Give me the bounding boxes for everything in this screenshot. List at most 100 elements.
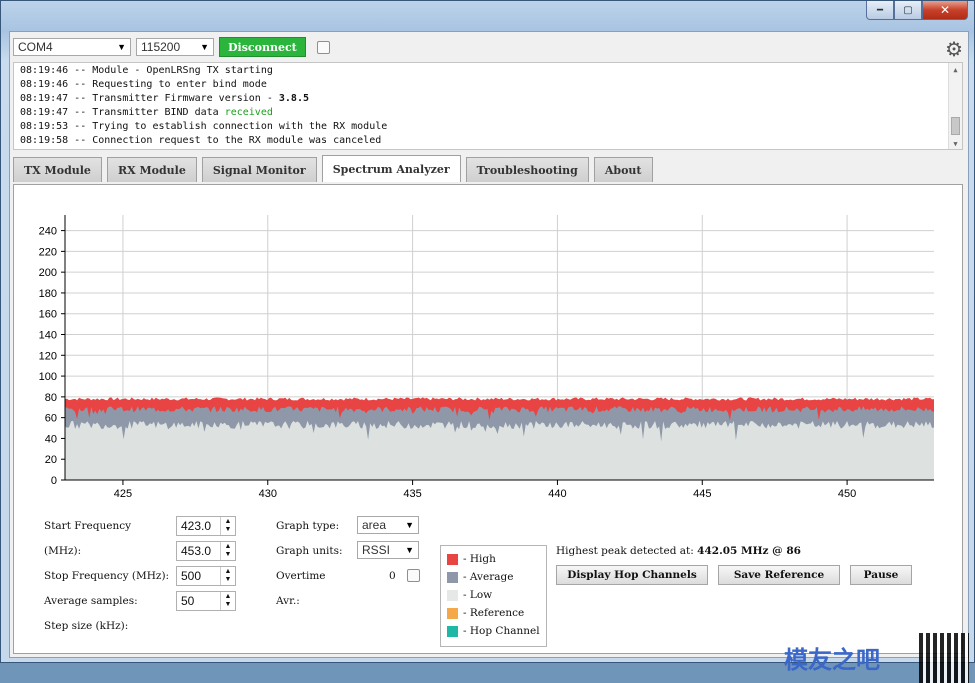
stop-frequency-label: Stop Frequency (MHz): [44, 570, 170, 582]
tab-tx-module[interactable]: TX Module [13, 157, 102, 182]
peak-value: 442.05 MHz @ 86 [697, 545, 801, 557]
port-select[interactable]: COM4 ▼ [13, 38, 131, 56]
scroll-up-icon[interactable]: ▲ [949, 63, 962, 75]
log-scrollbar[interactable]: ▲ ▼ [948, 63, 962, 149]
tab-signal-monitor[interactable]: Signal Monitor [201, 157, 317, 182]
graph-type-value: area [362, 518, 387, 532]
spinner-icon[interactable]: ▲ ▼ [220, 542, 235, 560]
graph-units-select[interactable]: RSSI ▼ [357, 541, 419, 559]
legend-label: - Low [463, 589, 493, 601]
connection-bar: COM4 ▼ 115200 ▼ Disconnect [13, 36, 330, 58]
spectrum-panel: 0 20 40 60 80 100 120 140 160 180 200 220 240 425 430 4… [13, 184, 969, 683]
legend-item: - Reference [447, 604, 546, 622]
disconnect-button[interactable]: Disconnect [219, 37, 306, 57]
legend-swatch [447, 553, 458, 565]
y-tick-label: 60 [45, 413, 57, 425]
y-tick-label: 80 [45, 392, 57, 404]
graph-units-value: RSSI [362, 543, 391, 557]
baud-select[interactable]: 115200 ▼ [136, 38, 214, 56]
average-samples-value: 50 [181, 594, 195, 608]
tab-spectrum-analyzer[interactable]: Spectrum Analyzer [321, 155, 461, 182]
x-tick-label: 435 [403, 488, 421, 500]
legend-item: - High [447, 550, 546, 568]
start-frequency-unit: (MHz): [44, 545, 82, 557]
baud-value: 115200 [141, 40, 181, 54]
y-tick-label: 240 [39, 226, 57, 238]
peak-label: Highest peak detected at: [556, 545, 694, 557]
avr-label: Avr.: [276, 595, 300, 607]
port-value: COM4 [18, 40, 53, 54]
tab-troubleshooting[interactable]: Troubleshooting [465, 157, 589, 182]
display-hop-channels-button[interactable]: Display Hop Channels [556, 565, 708, 585]
save-reference-button[interactable]: Save Reference [718, 565, 840, 585]
stop-frequency-input[interactable]: 500 ▲ ▼ [176, 566, 236, 586]
legend-swatch [447, 589, 458, 601]
legend-item: - Hop Channel [447, 622, 546, 640]
graph-units-label: Graph units: [276, 545, 343, 557]
gear-icon[interactable]: ⚙ [945, 37, 963, 61]
x-tick-label: 440 [548, 488, 566, 500]
overtime-label: Overtime [276, 570, 326, 582]
chart-areas [65, 397, 934, 480]
close-icon[interactable]: ✕ [922, 1, 968, 20]
tab-about[interactable]: About [593, 157, 653, 182]
log-console: 08:19:46 -- Module - OpenLRSng TX starti… [13, 62, 963, 150]
bind-status: received [224, 107, 273, 118]
chevron-down-icon: ▼ [200, 42, 209, 52]
peak-readout: Highest peak detected at: 442.05 MHz @ 8… [556, 545, 801, 557]
y-tick-label: 180 [39, 288, 57, 300]
log-text: 08:19:47 -- Transmitter Firmware version… [20, 93, 279, 104]
chevron-down-icon: ▼ [405, 545, 414, 555]
legend-item: - Low [447, 586, 546, 604]
y-tick-label: 20 [45, 454, 57, 466]
stop-frequency-value: 500 [181, 569, 202, 583]
graph-type-select[interactable]: area ▼ [357, 516, 419, 534]
spinner-icon[interactable]: ▲ ▼ [220, 517, 235, 535]
x-tick-label: 430 [259, 488, 277, 500]
legend-label: - High [463, 553, 496, 565]
pause-button[interactable]: Pause [850, 565, 912, 585]
chart-legend: - High - Average - Low - Reference - Hop… [440, 545, 547, 647]
log-line: 08:19:47 -- Transmitter BIND data receiv… [20, 106, 956, 120]
qr-code [919, 633, 969, 683]
y-tick-label: 200 [39, 267, 57, 279]
average-samples-input[interactable]: 50 ▲ ▼ [176, 591, 236, 611]
average-samples-label: Average samples: [44, 595, 138, 607]
maximize-icon[interactable]: ▢ [894, 1, 922, 20]
legend-label: - Reference [463, 607, 525, 619]
tab-bar: TX Module RX Module Signal Monitor Spect… [13, 155, 653, 182]
step-size-label: Step size (kHz): [44, 620, 129, 632]
x-tick-label: 450 [838, 488, 856, 500]
tab-rx-module[interactable]: RX Module [106, 157, 197, 182]
graph-type-label: Graph type: [276, 520, 340, 532]
legend-swatch [447, 571, 458, 583]
y-tick-label: 160 [39, 309, 57, 321]
spinner-icon[interactable]: ▲ ▼ [220, 592, 235, 610]
start-frequency-input[interactable]: 423.0 ▲ ▼ [176, 516, 236, 536]
chevron-down-icon: ▼ [405, 520, 414, 530]
legend-label: - Hop Channel [463, 625, 540, 637]
legend-label: - Average [463, 571, 514, 583]
log-line: 08:19:46 -- Module - OpenLRSng TX starti… [20, 65, 273, 76]
chevron-down-icon: ▼ [117, 42, 126, 52]
spinner-icon[interactable]: ▲ ▼ [220, 567, 235, 585]
overtime-checkbox[interactable] [407, 569, 420, 582]
y-tick-label: 40 [45, 433, 57, 445]
auto-connect-checkbox[interactable] [316, 40, 330, 54]
minimize-icon[interactable]: ━ [866, 1, 894, 20]
low-series-area [65, 420, 934, 480]
scroll-down-icon[interactable]: ▼ [949, 137, 962, 149]
scroll-thumb[interactable] [951, 117, 960, 135]
y-tick-label: 220 [39, 246, 57, 258]
legend-swatch [447, 625, 458, 637]
log-line: 08:19:53 -- Trying to establish connecti… [20, 121, 388, 132]
y-tick-label: 140 [39, 330, 57, 342]
start-frequency-label: Start Frequency [44, 520, 132, 532]
log-line: 08:19:46 -- Requesting to enter bind mod… [20, 79, 267, 90]
y-tick-label: 100 [39, 371, 57, 383]
y-tick-label: 0 [51, 475, 57, 487]
overtime-value: 0 [389, 570, 396, 582]
end-frequency-input[interactable]: 453.0 ▲ ▼ [176, 541, 236, 561]
window-controls: ━ ▢ ✕ [866, 1, 968, 20]
app-window: ━ ▢ ✕ COM4 ▼ 115200 ▼ Disconnect ⚙ 08:19… [0, 0, 975, 683]
